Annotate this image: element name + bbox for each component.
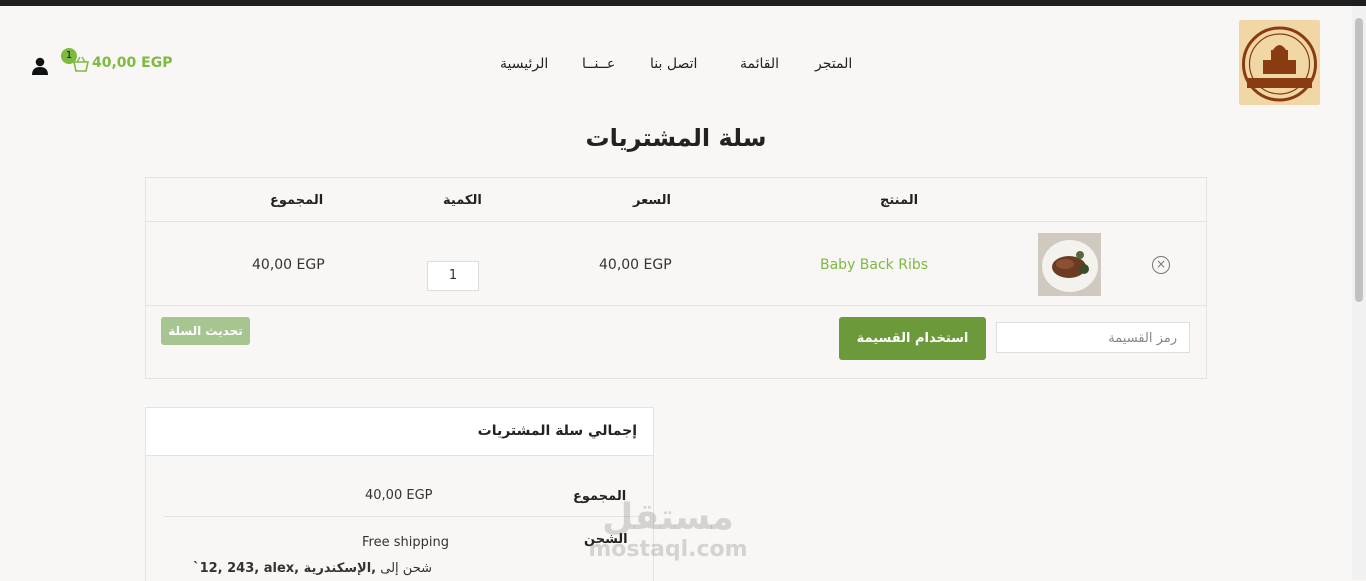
nav-item-home[interactable]: الرئيسية <box>500 56 548 72</box>
nav-item-shop[interactable]: المتجر <box>815 56 852 72</box>
header-divider <box>146 221 1206 222</box>
shipping-method: Free shipping <box>362 535 449 550</box>
ship-to-address: `12, 243, alex, الإسكندرية, <box>193 561 377 576</box>
quantity-input[interactable]: 1 <box>427 261 479 291</box>
column-header-quantity: الكمية <box>443 193 482 208</box>
site-logo[interactable]: مطعم الأصالة ALEXANDRIA SINCE 50 YEARS <box>1239 20 1320 105</box>
totals-subtotal-value: 40,00 EGP <box>365 488 433 503</box>
remove-item-button[interactable]: × <box>1152 256 1170 274</box>
watermark-arabic: مستقل <box>602 497 734 538</box>
nav-item-contact[interactable]: اتصل بنا <box>650 56 697 72</box>
ship-to-prefix: شحن إلى <box>380 561 432 576</box>
scrollbar-thumb[interactable] <box>1355 18 1363 302</box>
row-divider <box>146 305 1206 306</box>
column-header-subtotal: المجموع <box>270 193 324 208</box>
cart-totals-title: إجمالي سلة المشتريات <box>477 423 637 439</box>
shipping-destination: شحن إلى `12, 243, alex, الإسكندرية, <box>193 561 432 576</box>
column-header-product: المنتج <box>880 193 919 208</box>
product-subtotal: 40,00 EGP <box>252 257 325 273</box>
cart-totals-header: إجمالي سلة المشتريات <box>146 408 653 456</box>
apply-coupon-button[interactable]: استخدام القسيمة <box>839 317 986 360</box>
product-thumbnail[interactable] <box>1038 233 1101 296</box>
coupon-code-input[interactable]: رمز القسيمة <box>996 322 1190 353</box>
page-scrollbar[interactable] <box>1352 6 1366 580</box>
cart-table: المنتج السعر الكمية المجموع × Baby Back … <box>145 177 1207 379</box>
cart-total[interactable]: 40,00 EGP <box>92 55 172 71</box>
nav-item-about[interactable]: عــنــا <box>582 56 615 72</box>
cart-count-badge: 1 <box>61 48 77 64</box>
watermark: مستقل mostaql.com <box>578 498 758 562</box>
column-header-price: السعر <box>633 193 671 208</box>
update-cart-button[interactable]: تحديث السلة <box>161 317 250 345</box>
totals-divider <box>164 516 638 517</box>
product-name-link[interactable]: Baby Back Ribs <box>820 257 928 273</box>
product-price: 40,00 EGP <box>599 257 672 273</box>
watermark-english: mostaql.com <box>588 537 748 562</box>
user-account-icon[interactable] <box>30 57 50 79</box>
nav-item-menu[interactable]: القائمة <box>740 56 779 72</box>
top-bar <box>0 0 1366 6</box>
page-title: سلة المشتريات <box>585 124 767 152</box>
